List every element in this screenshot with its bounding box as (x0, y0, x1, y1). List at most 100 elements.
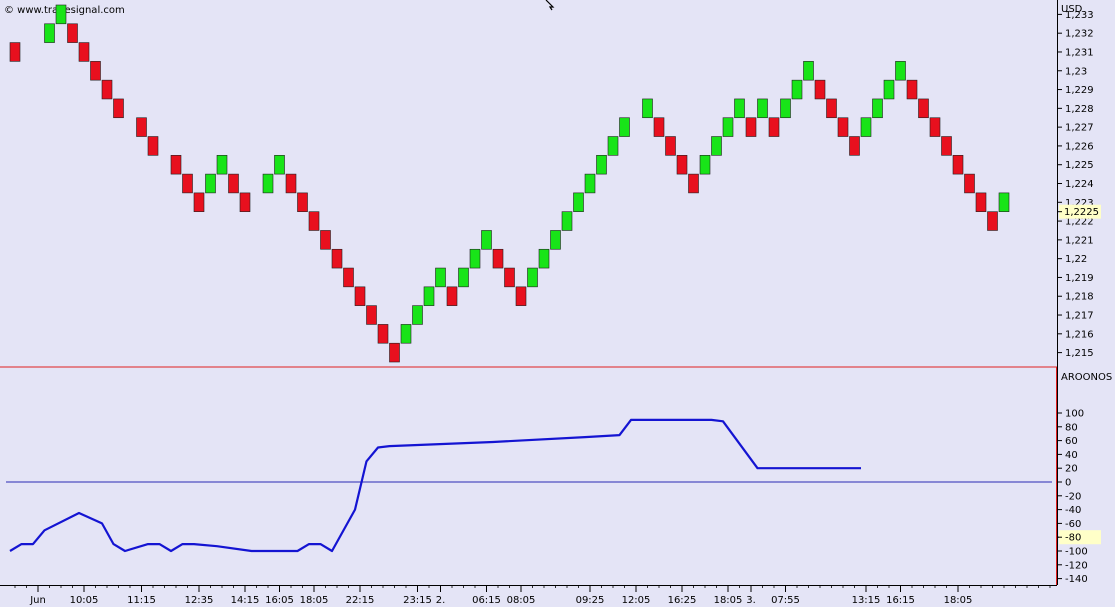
renko-brick-down (90, 61, 101, 81)
time-label: 12:05 (622, 595, 651, 606)
renko-brick-up (860, 117, 872, 137)
indicator-tick-label: -40 (1065, 505, 1081, 516)
indicator-title: AROONOS (1061, 372, 1112, 383)
price-tick-label: 1,228 (1065, 104, 1094, 115)
renko-brick-down (849, 136, 860, 156)
renko-brick-down (653, 117, 665, 137)
price-tick-label: 1,233 (1065, 10, 1094, 21)
time-label: 2. (436, 595, 446, 606)
renko-brick-up (722, 117, 734, 137)
renko-brick-down (826, 98, 837, 119)
time-label: 07:55 (771, 595, 800, 606)
renko-brick-up (607, 136, 619, 156)
price-tick-label: 1,232 (1065, 29, 1094, 40)
indicator-tick-label: -140 (1065, 574, 1088, 585)
renko-brick-down (78, 42, 90, 62)
renko-brick-down (837, 117, 849, 137)
renko-brick-up (538, 248, 550, 269)
indicator-last-value: -80 (1065, 533, 1081, 544)
price-tick-label: 1,226 (1065, 141, 1094, 152)
renko-brick-up (527, 267, 538, 288)
renko-brick-down (941, 136, 952, 156)
chart-canvas: © www.tradesignal.com USD 1,2151,2161,21… (0, 0, 1115, 607)
renko-brick-down (665, 136, 676, 156)
renko-brick-down (975, 192, 987, 212)
price-tick-label: 1,231 (1065, 47, 1094, 58)
renko-brick-up (55, 4, 67, 25)
renko-brick-up (573, 192, 584, 212)
price-tick-label: 1,23 (1065, 66, 1087, 77)
renko-brick-down (446, 286, 458, 306)
renko-brick-down (239, 192, 251, 212)
renko-brick-up (872, 98, 883, 119)
time-label: 11:15 (127, 595, 156, 606)
renko-brick-up (481, 230, 492, 250)
renko-brick-up (734, 98, 745, 119)
indicator-tick-label: -60 (1065, 519, 1081, 530)
renko-brick-down (297, 192, 308, 212)
renko-brick-down (929, 117, 941, 137)
renko-brick-down (67, 23, 78, 43)
renko-brick-down (343, 267, 354, 288)
renko-brick-down (366, 305, 377, 325)
renko-brick-down (676, 155, 688, 175)
renko-brick-down (147, 136, 159, 156)
renko-brick-up (205, 173, 216, 194)
indicator-tick-label: 60 (1065, 436, 1078, 447)
renko-brick-up (400, 324, 412, 344)
indicator-tick-label: 80 (1065, 422, 1078, 433)
time-label: 06:15 (472, 595, 501, 606)
renko-brick-down (768, 117, 780, 137)
renko-brick-up (998, 192, 1010, 212)
renko-brick-up (412, 305, 423, 325)
renko-brick-down (389, 342, 400, 363)
renko-brick-up (895, 61, 906, 81)
time-label: Jun (29, 595, 46, 606)
time-label: 18:05 (944, 595, 973, 606)
renko-brick-down (688, 173, 699, 194)
time-label: 09:25 (576, 595, 605, 606)
indicator-tick-label: -120 (1065, 560, 1088, 571)
price-tick-label: 1,221 (1065, 235, 1094, 246)
renko-brick-up (584, 173, 596, 194)
renko-brick-up (699, 155, 711, 175)
renko-brick-down (331, 248, 343, 269)
renko-brick-down (228, 173, 239, 194)
price-tick-label: 1,225 (1065, 160, 1094, 171)
renko-brick-down (504, 267, 515, 288)
renko-brick-up (550, 230, 561, 250)
renko-brick-up (423, 286, 435, 306)
price-last-value: 1,2225 (1064, 207, 1099, 218)
renko-brick-up (561, 211, 573, 231)
renko-brick-down (745, 117, 757, 137)
renko-brick-up (458, 267, 469, 288)
time-label: 3. (746, 595, 756, 606)
renko-brick-down (113, 98, 124, 119)
renko-brick-down (906, 79, 918, 100)
renko-brick-down (170, 155, 182, 175)
renko-brick-down (814, 79, 826, 100)
renko-brick-down (964, 173, 975, 194)
chart-background (0, 0, 1115, 607)
time-label: 18:05 (714, 595, 743, 606)
renko-brick-down (987, 211, 998, 231)
time-label: 16:15 (886, 595, 915, 606)
renko-brick-down (515, 286, 527, 306)
renko-brick-down (952, 155, 964, 175)
renko-brick-down (182, 173, 193, 194)
indicator-tick-label: -20 (1065, 491, 1081, 502)
time-label: 13:15 (852, 595, 881, 606)
time-label: 22:15 (346, 595, 375, 606)
renko-brick-up (435, 267, 446, 288)
renko-brick-up (780, 98, 791, 119)
time-label: 10:05 (70, 595, 99, 606)
renko-brick-down (918, 98, 929, 119)
renko-brick-up (711, 136, 722, 156)
renko-brick-down (101, 79, 113, 100)
time-label: 18:05 (300, 595, 329, 606)
price-tick-label: 1,227 (1065, 123, 1094, 134)
renko-brick-down (354, 286, 366, 306)
time-label: 23:15 (403, 595, 432, 606)
renko-brick-up (262, 173, 274, 194)
renko-brick-down (193, 192, 205, 212)
